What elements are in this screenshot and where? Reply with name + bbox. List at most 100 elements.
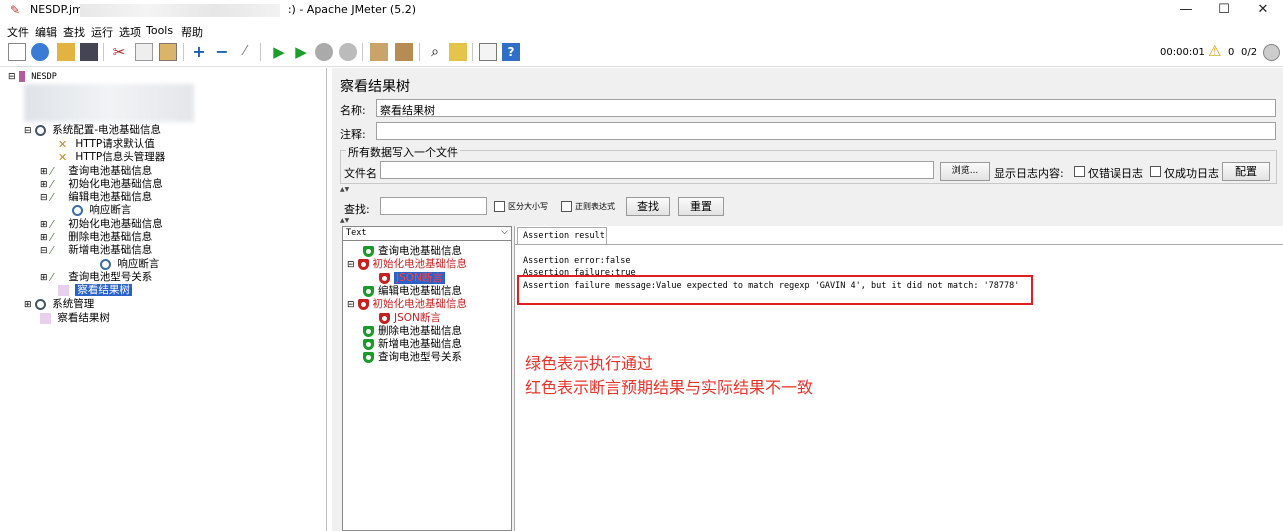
tree-item-config[interactable]: ⊟ 系统配置-电池基础信息 xyxy=(24,124,161,137)
tree-item-system[interactable]: ⊞ 系统管理 xyxy=(24,298,94,311)
start-icon[interactable]: ▶ xyxy=(270,43,288,61)
expand-toggle-icon[interactable]: ⊞ xyxy=(24,300,32,310)
case-sensitive-checkbox[interactable] xyxy=(494,201,505,212)
tree-item-result-tree-selected[interactable]: 察看结果树 xyxy=(58,284,132,296)
blurred-region xyxy=(24,84,194,122)
copy-icon[interactable] xyxy=(135,43,153,61)
expand-toggle-icon[interactable]: ⊞ xyxy=(40,233,48,243)
tree-item-assertion[interactable]: 响应断言 xyxy=(72,204,131,216)
result-item[interactable]: 删除电池基础信息 xyxy=(363,325,462,337)
tree-item-assertion[interactable]: 响应断言 xyxy=(100,258,159,270)
expand-toggle-icon[interactable]: ⊞ xyxy=(40,220,48,230)
tree-item-sampler[interactable]: ⊞ ⁄ 查询电池型号关系 xyxy=(40,271,152,284)
tree-item-sampler[interactable]: ⊟ ⁄ 编辑电池基础信息 xyxy=(40,191,152,204)
splitter-arrows-icon[interactable]: ▲▼ xyxy=(340,186,349,193)
result-item[interactable]: 查询电池基础信息 xyxy=(363,245,462,257)
tree-item-sampler[interactable]: ⊞ ⁄ 删除电池基础信息 xyxy=(40,231,152,244)
tree-root[interactable]: ⊟ NESDP xyxy=(8,70,57,83)
menu-run[interactable]: 运行 xyxy=(91,24,113,40)
menu-file[interactable]: 文件 xyxy=(7,24,29,40)
elapsed-timer: 00:00:01 xyxy=(1160,47,1205,58)
cut-icon[interactable]: ✂ xyxy=(110,43,128,61)
pipette-icon: ⁄ xyxy=(50,230,53,244)
success-only-checkbox[interactable] xyxy=(1150,166,1161,177)
function-helper-icon[interactable] xyxy=(479,43,497,61)
result-item-label: JSON断言 xyxy=(394,312,441,324)
name-label: 名称: xyxy=(340,104,366,117)
result-item[interactable]: ⊟ 初始化电池基础信息 xyxy=(347,258,467,271)
errors-only-checkbox[interactable] xyxy=(1074,166,1085,177)
tree-item-sampler[interactable]: ⊞ ⁄ 查询电池基础信息 xyxy=(40,165,152,178)
menu-tools[interactable]: Tools xyxy=(146,24,173,37)
warning-icon[interactable]: ⚠ xyxy=(1208,42,1221,60)
collapse-toggle-icon[interactable]: ⊟ xyxy=(24,126,32,136)
separator xyxy=(419,43,420,61)
name-field[interactable]: 察看结果树 xyxy=(376,99,1276,117)
reset-button[interactable]: 重置 xyxy=(678,197,724,216)
result-item[interactable]: 查询电池型号关系 xyxy=(363,351,462,363)
collapse-toggle-icon[interactable]: ⊟ xyxy=(347,300,355,310)
menu-edit[interactable]: 编辑 xyxy=(35,24,57,40)
expand-icon[interactable]: + xyxy=(190,43,208,61)
result-item[interactable]: 编辑电池基础信息 xyxy=(363,285,462,297)
result-item[interactable]: ⊟ 初始化电池基础信息 xyxy=(347,298,467,311)
log-content-label: 显示日志内容: xyxy=(994,167,1064,180)
shutdown-icon[interactable] xyxy=(339,43,357,61)
comment-field[interactable] xyxy=(376,122,1276,140)
menu-options[interactable]: 选项 xyxy=(119,24,141,40)
clear-all-icon[interactable] xyxy=(395,43,413,61)
expand-toggle-icon[interactable]: ⊞ xyxy=(40,167,48,177)
file-name-field[interactable] xyxy=(380,161,934,179)
menu-search[interactable]: 查找 xyxy=(63,24,85,40)
collapse-icon[interactable]: − xyxy=(213,43,231,61)
new-icon[interactable] xyxy=(8,43,26,61)
menu-help[interactable]: 帮助 xyxy=(181,24,203,40)
collapse-toggle-icon[interactable]: ⊟ xyxy=(8,72,16,82)
stop-icon[interactable] xyxy=(315,43,333,61)
configure-button[interactable]: 配置 xyxy=(1222,162,1270,181)
collapse-toggle-icon[interactable]: ⊟ xyxy=(40,193,48,203)
search-field[interactable] xyxy=(380,197,487,215)
maximize-button[interactable]: ☐ xyxy=(1206,0,1242,22)
collapse-toggle-icon[interactable]: ⊟ xyxy=(347,260,355,270)
tree-item-sampler[interactable]: ⊟ ⁄ 新增电池基础信息 xyxy=(40,244,152,257)
tree-item-sampler[interactable]: ⊞ ⁄ 初始化电池基础信息 xyxy=(40,178,163,191)
find-button[interactable]: 查找 xyxy=(626,197,670,216)
result-item[interactable]: 新增电池基础信息 xyxy=(363,338,462,350)
result-item[interactable]: JSON断言 xyxy=(379,312,441,324)
renderer-select[interactable]: Text ⌵ xyxy=(342,226,512,241)
tree-item-header-manager[interactable]: ✕ HTTP信息头管理器 xyxy=(58,151,165,163)
tree-item-result-tree[interactable]: 察看结果树 xyxy=(40,312,110,324)
file-section-title: 所有数据写入一个文件 xyxy=(346,144,460,160)
save-icon[interactable] xyxy=(80,43,98,61)
expand-toggle-icon[interactable]: ⊞ xyxy=(40,180,48,190)
pipette-icon: ⁄ xyxy=(50,243,53,257)
toggle-icon[interactable]: ⁄ xyxy=(236,43,254,61)
result-item[interactable]: JSON断言 xyxy=(379,272,445,284)
clear-icon[interactable] xyxy=(370,43,388,61)
search-binoculars-icon[interactable]: ⌕ xyxy=(426,43,444,61)
tree-item-sampler[interactable]: ⊞ ⁄ 初始化电池基础信息 xyxy=(40,218,163,231)
regex-checkbox[interactable] xyxy=(561,201,572,212)
help-icon[interactable]: ? xyxy=(502,43,520,61)
start-no-pause-icon[interactable]: ▶ xyxy=(292,43,310,61)
gear-icon xyxy=(34,298,46,310)
collapse-toggle-icon[interactable]: ⊟ xyxy=(40,246,48,256)
expand-toggle-icon[interactable]: ⊞ xyxy=(40,273,48,283)
reset-search-icon[interactable] xyxy=(449,43,467,61)
open-icon[interactable] xyxy=(57,43,75,61)
paste-icon[interactable] xyxy=(159,43,177,61)
close-button[interactable]: ✕ xyxy=(1245,0,1281,22)
browse-button[interactable]: 浏览... xyxy=(940,162,990,181)
templates-icon[interactable] xyxy=(31,43,49,61)
wrench-icon: ✕ xyxy=(58,137,68,151)
tree-item-http-defaults[interactable]: ✕ HTTP请求默认值 xyxy=(58,138,155,150)
tab-assertion-result[interactable]: Assertion result xyxy=(517,227,607,244)
file-name-label: 文件名 xyxy=(344,167,377,180)
separator xyxy=(260,43,261,61)
pass-shield-icon xyxy=(363,285,374,297)
splitter-arrows-icon[interactable]: ▲▼ xyxy=(340,217,349,224)
separator xyxy=(472,43,473,61)
minimize-button[interactable]: — xyxy=(1168,0,1204,22)
magnifier-icon xyxy=(72,204,83,216)
